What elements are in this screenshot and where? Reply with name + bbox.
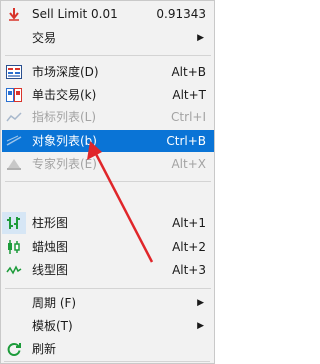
market-depth-label: 市场深度(D) [32,65,99,79]
trade-label: 交易 [32,31,57,45]
submenu-arrow-icon: ▶ [197,33,204,43]
objects-list-icon [6,133,22,149]
one-click-trading-shortcut: Alt+T [172,88,206,102]
bar-chart-label: 柱形图 [32,216,69,230]
menu-item-objects-list[interactable]: 对象列表(b) Ctrl+B [2,130,214,152]
menu-item-trade[interactable]: 交易 ▶ [2,27,214,49]
context-menu: Sell Limit 0.01 0.91343 交易 ▶ 市场深度(D) Alt… [0,0,215,364]
period-label: 周期 (F) [32,296,77,310]
refresh-icon [6,341,22,357]
market-depth-shortcut: Alt+B [171,65,206,79]
refresh-label: 刷新 [32,342,57,356]
menu-item-line-chart[interactable]: 线型图 Alt+3 [2,259,214,281]
objects-list-shortcut: Ctrl+B [166,134,206,148]
bar-chart-shortcut: Alt+1 [172,216,206,230]
line-chart-icon [6,262,22,278]
market-depth-icon [6,64,22,80]
submenu-arrow-icon: ▶ [197,321,204,331]
menu-item-sell-limit[interactable]: Sell Limit 0.01 0.91343 [2,3,214,25]
experts-list-label: 专家列表(E) [32,157,97,171]
menu-item-one-click-trading[interactable]: 单击交易(k) Alt+T [2,84,214,106]
separator [4,361,210,362]
separator [5,181,211,182]
submenu-arrow-icon: ▶ [197,298,204,308]
indicators-list-icon [6,109,22,125]
objects-list-label: 对象列表(b) [32,134,97,148]
menu-item-market-depth[interactable]: 市场深度(D) Alt+B [2,61,214,83]
sell-arrow-icon [6,6,22,22]
menu-item-refresh[interactable]: 刷新 [2,338,214,360]
menu-item-bar-chart[interactable]: 柱形图 Alt+1 [2,212,214,234]
candlesticks-label: 蜡烛图 [32,240,69,254]
menu-item-experts-list[interactable]: 专家列表(E) Alt+X [2,153,214,175]
candlesticks-shortcut: Alt+2 [172,240,206,254]
template-label: 模板(T) [32,319,73,333]
menu-item-template[interactable]: 模板(T) ▶ [2,315,214,337]
expert-hat-icon [6,156,22,172]
indicators-list-shortcut: Ctrl+I [171,110,206,124]
bar-chart-icon [6,215,22,231]
indicators-list-label: 指标列表(L) [32,110,97,124]
separator [5,55,211,56]
separator [5,288,211,289]
line-chart-label: 线型图 [32,263,69,277]
sell-limit-price: 0.91343 [156,7,206,21]
candlestick-icon [6,239,22,255]
experts-list-shortcut: Alt+X [171,157,206,171]
menu-item-candlesticks[interactable]: 蜡烛图 Alt+2 [2,236,214,258]
sell-limit-label: Sell Limit 0.01 [32,7,118,21]
menu-item-period[interactable]: 周期 (F) ▶ [2,292,214,314]
line-chart-shortcut: Alt+3 [172,263,206,277]
one-click-trading-icon [6,87,22,103]
menu-item-indicators-list[interactable]: 指标列表(L) Ctrl+I [2,106,214,128]
one-click-trading-label: 单击交易(k) [32,88,97,102]
